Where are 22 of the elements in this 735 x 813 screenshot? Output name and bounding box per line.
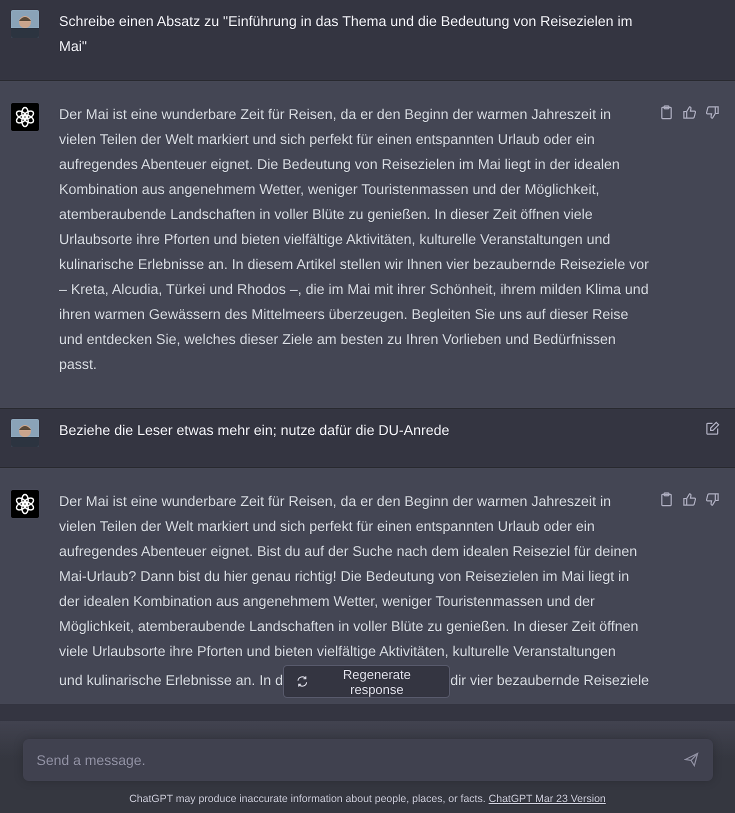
version-link[interactable]: ChatGPT Mar 23 Version <box>488 793 606 805</box>
thumbs-up-icon[interactable] <box>682 105 697 120</box>
user-message: Schreibe einen Absatz zu "Einführung in das Thema und die Bedeutung von Reisezielen im Mai" <box>59 13 634 57</box>
edit-icon[interactable] <box>705 421 720 436</box>
assistant-message: Der Mai ist eine wunderbare Zeit für Reisen, da er den Beginn der warmen Jahreszeit in vielen Teilen der Welt markiert und sich perfekt für einen entspannten Urlaub oder ein aufregendes Abenteuer eignet. Die Bedeutung von Reisezielen im Mai liegt in der idealen Kombination aus angenehmem Wetter, weniger Touristenmassen und der Möglichkeit, atemberaubende Landschaften in voller Blüte zu genießen. In dieser Zeit öffnen viele Urlaubsorte ihre Pforten und bieten vielfältige Aktivitäten, kulturelle Veranstaltungen und kulinarische Erlebnisse an. In diesem Artikel stellen wir Ihnen vier bezaubernde Reiseziele vor – Kreta, Alcudia, Türkei und Rhodos –, die im Mai mit ihrer Schönheit, ihrem milden Klima und ihren warmen Gewässern des Mittelmeers überzeugen. Begleiten Sie uns auf dieser Reise und entdecken Sie, welches dieser Ziele am besten zu Ihren Vorlieben und Bedürfnissen passt. <box>59 106 649 375</box>
regenerate-button[interactable]: Regenerate response <box>282 665 450 698</box>
thumbs-down-icon[interactable] <box>705 492 720 507</box>
copy-icon[interactable] <box>659 105 674 120</box>
assistant-message: dir vier bezaubernde Reiseziele <box>450 672 649 691</box>
refresh-icon <box>296 675 309 688</box>
message-input[interactable]: Send a message. <box>22 739 712 781</box>
assistant-message: und kulinarische Erlebnisse an. In d <box>59 672 283 691</box>
user-avatar <box>11 10 39 38</box>
copy-icon[interactable] <box>659 492 674 507</box>
thumbs-down-icon[interactable] <box>705 105 720 120</box>
user-avatar <box>11 419 39 447</box>
disclaimer-text: ChatGPT may produce inaccurate information about people, places, or facts. <box>129 793 486 805</box>
thumbs-up-icon[interactable] <box>682 492 697 507</box>
user-message: Beziehe die Leser etwas mehr ein; nutze dafür die DU-Anrede <box>59 422 450 441</box>
send-icon[interactable] <box>684 752 698 767</box>
assistant-logo-icon <box>11 490 39 518</box>
assistant-logo-icon <box>11 103 39 131</box>
